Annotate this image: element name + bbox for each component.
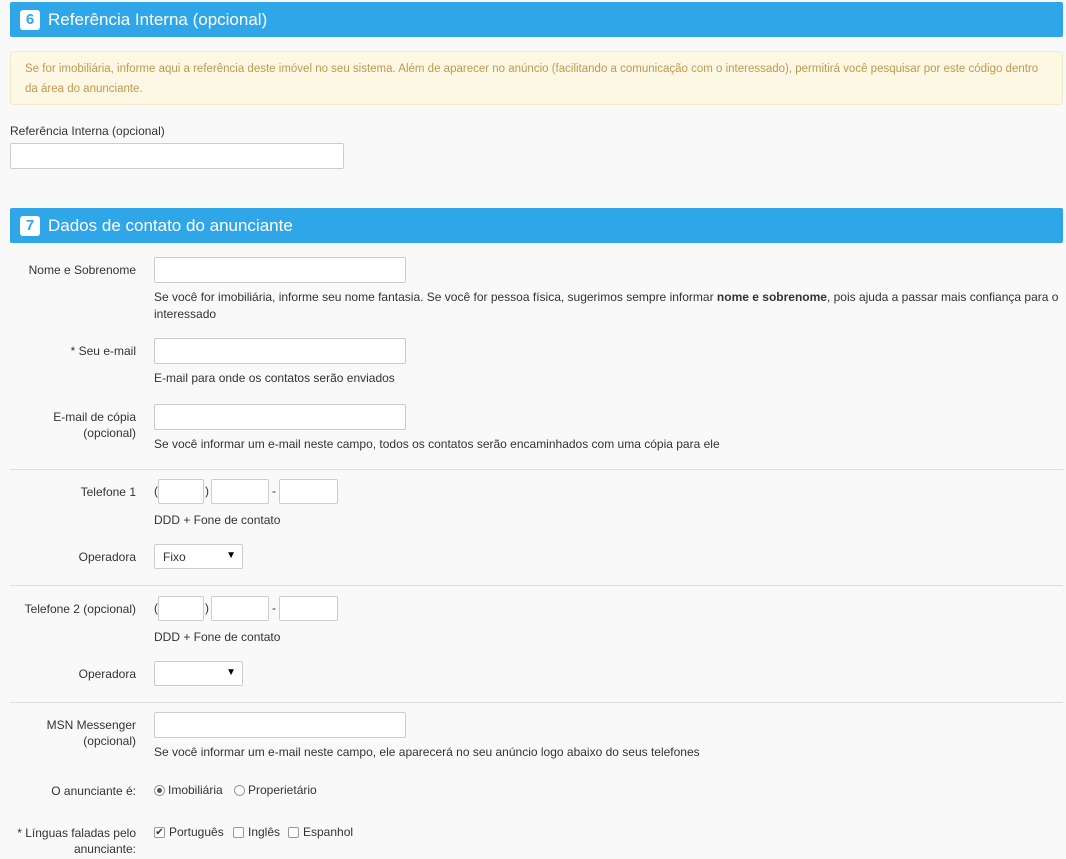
divider <box>10 702 1063 703</box>
language-ingles-option[interactable]: Inglês <box>233 825 280 839</box>
reference-info-alert: Se for imobiliária, informe aqui a refer… <box>10 51 1063 105</box>
advertiser-type-imobiliaria-option[interactable]: Imobiliária <box>154 783 223 797</box>
section-6-header: 6 Referência Interna (opcional) <box>10 2 1063 37</box>
msn-input[interactable] <box>154 712 406 738</box>
divider <box>10 469 1063 470</box>
close-paren: ) <box>205 601 209 615</box>
carrier1-selected-value: Fixo <box>163 550 186 564</box>
reference-field-label: Referência Interna (opcional) <box>10 124 165 138</box>
email-copy-input[interactable] <box>154 404 406 430</box>
phone1-label: Telefone 1 <box>80 485 136 499</box>
dropdown-arrow-icon: ▼ <box>226 667 236 678</box>
name-label: Nome e Sobrenome <box>28 263 136 277</box>
option-label: Properietário <box>248 783 317 797</box>
carrier2-label: Operadora <box>78 667 136 681</box>
phone2-label: Telefone 2 (opcional) <box>24 602 136 616</box>
name-input[interactable] <box>154 257 406 283</box>
section-number-badge: 7 <box>20 215 40 236</box>
dash: - <box>272 484 276 498</box>
dash: - <box>272 601 276 615</box>
checkbox-checked-icon[interactable]: ✔ <box>154 826 165 838</box>
divider <box>10 585 1063 586</box>
language-espanhol-option[interactable]: Espanhol <box>288 825 353 839</box>
email-input[interactable] <box>154 338 406 364</box>
close-paren: ) <box>205 484 209 498</box>
name-help: Se você for imobiliária, informe seu nom… <box>154 289 1064 323</box>
email-copy-help: Se você informar um e-mail neste campo, … <box>154 437 720 451</box>
option-label: Espanhol <box>303 825 354 839</box>
phone1-prefix-input[interactable] <box>211 479 269 504</box>
carrier1-select[interactable]: Fixo ▼ <box>154 544 243 569</box>
language-portugues-option[interactable]: ✔ Português <box>154 825 224 839</box>
advertiser-type-label: O anunciante é: <box>51 784 136 798</box>
reference-input[interactable] <box>10 143 344 169</box>
languages-label: * Línguas faladas pelo anunciante: <box>17 826 136 856</box>
carrier1-label: Operadora <box>78 550 136 564</box>
phone1-ddd-input[interactable] <box>158 479 204 504</box>
phone2-number-input[interactable] <box>279 596 338 621</box>
checkbox-unchecked-icon[interactable] <box>288 826 299 838</box>
carrier2-select[interactable]: ▼ <box>154 661 243 686</box>
phone2-help: DDD + Fone de contato <box>154 630 281 644</box>
section-title: Dados de contato do anunciante <box>48 215 293 235</box>
advertiser-type-proprietario-option[interactable]: Properietário <box>234 783 317 797</box>
name-help-bold: nome e sobrenome <box>716 290 827 304</box>
radio-unchecked-icon[interactable] <box>234 784 245 796</box>
option-label: Português <box>169 825 224 839</box>
email-label: * Seu e-mail <box>70 344 136 358</box>
phone2-prefix-input[interactable] <box>211 596 269 621</box>
section-number-badge: 6 <box>20 9 40 30</box>
dropdown-arrow-icon: ▼ <box>226 550 236 561</box>
msn-label: MSN Messenger (opcional) <box>46 718 136 748</box>
checkbox-unchecked-icon[interactable] <box>233 826 244 838</box>
msn-help: Se você informar um e-mail neste campo, … <box>154 745 700 759</box>
option-label: Inglês <box>248 825 281 839</box>
email-copy-label: E-mail de cópia (opcional) <box>53 410 136 440</box>
section-title: Referência Interna (opcional) <box>48 9 268 29</box>
phone2-ddd-input[interactable] <box>158 596 204 621</box>
phone1-help: DDD + Fone de contato <box>154 513 281 527</box>
phone1-number-input[interactable] <box>279 479 338 504</box>
radio-checked-icon[interactable] <box>154 784 165 796</box>
option-label: Imobiliária <box>168 783 223 797</box>
name-help-text: Se você for imobiliária, informe seu nom… <box>154 290 717 304</box>
email-help: E-mail para onde os contatos serão envia… <box>154 371 395 385</box>
section-7-header: 7 Dados de contato do anunciante <box>10 208 1063 243</box>
